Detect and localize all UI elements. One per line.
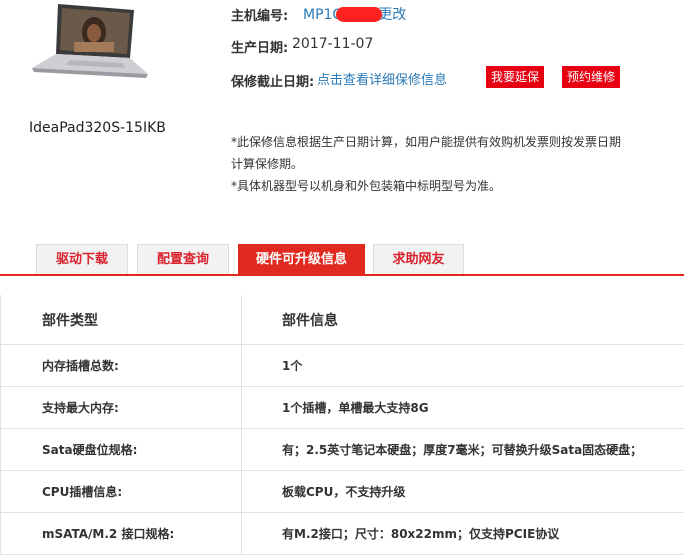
row-value: 有；2.5英寸笔记本硬盘；厚度7毫米；可替换升级Sata固态硬盘； <box>242 429 684 471</box>
warranty-label: 保修截止日期: <box>231 71 314 90</box>
row-value: 有M.2接口；尺寸：80x22mm；仅支持PCIE协议 <box>242 513 684 555</box>
serial-change-link[interactable]: 更改 <box>378 7 406 23</box>
extend-warranty-button[interactable]: 我要延保 <box>486 66 544 88</box>
tab-config-query[interactable]: 配置查询 <box>137 244 229 274</box>
row-label: 支持最大内存: <box>1 387 242 429</box>
tab-underline <box>0 274 684 276</box>
table-row: CPU插槽信息: 板载CPU，不支持升级 <box>1 471 684 513</box>
laptop-image <box>30 2 150 80</box>
row-value: 1个插槽，单槽最大支持8G <box>242 387 684 429</box>
row-value: 1个 <box>242 345 684 387</box>
table-row: mSATA/M.2 接口规格: 有M.2接口；尺寸：80x22mm；仅支持PCI… <box>1 513 684 555</box>
serial-value: MP1C更改 <box>303 4 406 24</box>
hardware-spec-table: 部件类型 部件信息 内存插槽总数: 1个 支持最大内存: 1个插槽，单槽最大支持… <box>0 295 684 555</box>
row-value: 板载CPU，不支持升级 <box>242 471 684 513</box>
tab-hardware-upgrade[interactable]: 硬件可升级信息 <box>238 244 365 274</box>
serial-label: 主机编号: <box>231 5 288 24</box>
table-row: Sata硬盘位规格: 有；2.5英寸笔记本硬盘；厚度7毫米；可替换升级Sata固… <box>1 429 684 471</box>
row-label: CPU插槽信息: <box>1 471 242 513</box>
table-row: 内存插槽总数: 1个 <box>1 345 684 387</box>
row-label: Sata硬盘位规格: <box>1 429 242 471</box>
product-model: IdeaPad320S-15IKB <box>29 120 166 136</box>
model-note: *具体机器型号以机身和外包装箱中标明型号为准。 <box>231 177 501 194</box>
row-label: mSATA/M.2 接口规格: <box>1 513 242 555</box>
production-date: 2017-11-07 <box>292 36 373 52</box>
header-part-info: 部件信息 <box>242 295 684 345</box>
row-label: 内存插槽总数: <box>1 345 242 387</box>
tab-ask-community[interactable]: 求助网友 <box>373 244 464 274</box>
tab-driver-download[interactable]: 驱动下载 <box>36 244 128 274</box>
redaction-mark <box>336 7 382 22</box>
book-repair-button[interactable]: 预约维修 <box>562 66 620 88</box>
warranty-note-2: 计算保修期。 <box>231 155 303 172</box>
date-label: 生产日期: <box>231 37 288 56</box>
header-part-type: 部件类型 <box>1 295 242 345</box>
table-header-row: 部件类型 部件信息 <box>1 295 684 345</box>
warranty-note-1: *此保修信息根据生产日期计算，如用户能提供有效购机发票则按发票日期 <box>231 133 621 150</box>
warranty-details-link[interactable]: 点击查看详细保修信息 <box>317 69 447 88</box>
table-row: 支持最大内存: 1个插槽，单槽最大支持8G <box>1 387 684 429</box>
